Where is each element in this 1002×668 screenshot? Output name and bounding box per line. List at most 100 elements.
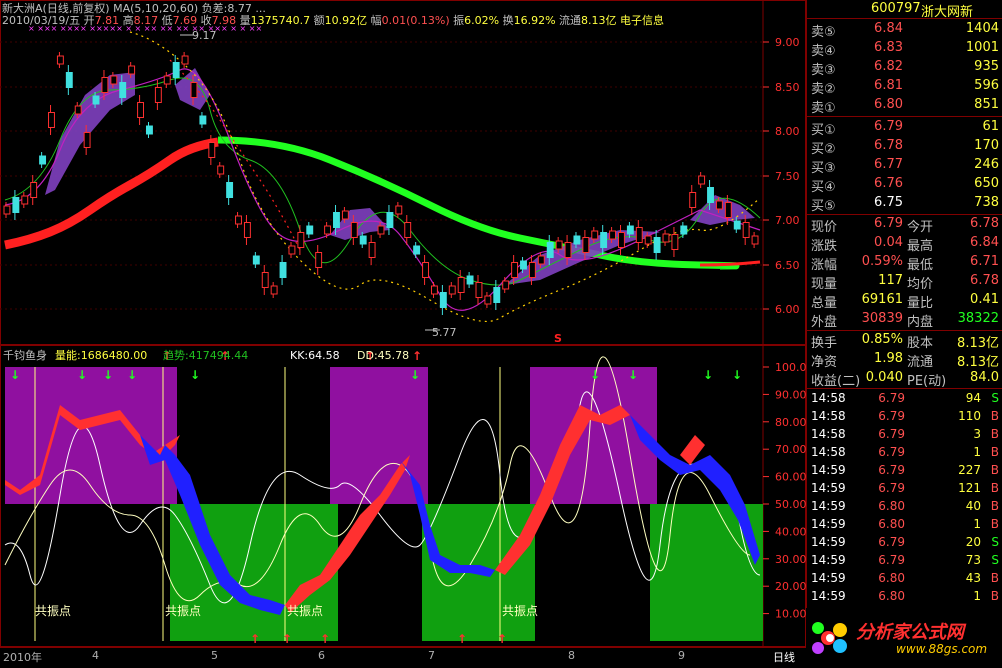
svg-text:↑: ↑ bbox=[497, 632, 507, 646]
tick-row: 14:59 6.80 1 B bbox=[807, 516, 1002, 534]
finance-row: 收益(二) 0.040 PE(动) 84.0 bbox=[807, 369, 1002, 389]
finance-value: 0.85% bbox=[861, 332, 903, 347]
stock-code: 600797 bbox=[871, 1, 921, 16]
stat-label: 外盘 bbox=[811, 315, 838, 330]
stock-header: 600797 浙大网新 bbox=[807, 0, 1002, 20]
finance-value: 8.13亿 bbox=[957, 355, 999, 370]
bid-row: 买③ 6.77 246 bbox=[807, 156, 1002, 176]
chart-area[interactable]: 9.17 5.77 S 9.00 8.50 8.00 7.50 7.00 6.50 6.00… bbox=[0, 0, 806, 665]
finance-row: 净资 1.98 流通 8.13亿 bbox=[807, 350, 1002, 370]
stat-label: 最低 bbox=[907, 258, 934, 273]
tick-price: 6.79 bbox=[878, 409, 905, 423]
stat-value: 0.04 bbox=[874, 235, 903, 250]
tick-price: 6.79 bbox=[878, 427, 905, 441]
tick-volume: 110 bbox=[958, 409, 981, 423]
resonance-label-2: 共振点 bbox=[165, 604, 201, 618]
tick-time: 14:59 bbox=[811, 589, 846, 603]
tick-volume: 121 bbox=[958, 481, 981, 495]
bid-volume: 246 bbox=[974, 157, 999, 172]
bid-row: 买⑤ 6.75 738 bbox=[807, 194, 1002, 214]
bid-volume: 170 bbox=[974, 138, 999, 153]
indicator-y-tick: 80.00 bbox=[775, 416, 806, 429]
bid-label: 买⑤ bbox=[811, 199, 836, 214]
stat-value: 38322 bbox=[957, 311, 999, 326]
ask-row: 卖① 6.80 851 bbox=[807, 96, 1002, 116]
tick-volume: 3 bbox=[973, 427, 981, 441]
tick-time: 14:59 bbox=[811, 571, 846, 585]
resonance-label-4: 共振点 bbox=[502, 604, 538, 618]
x-label: 6 bbox=[318, 649, 325, 662]
finance-label: PE(动) bbox=[907, 374, 947, 389]
indicator-chart[interactable]: ↓ ↓ ↓ ↓ ↓ ↓ ↓ ↓ ↓ ↓ ↑ ↑ ↑ ↑ ↑ ↑ ↑ ↑↑ 共振点 共振点 共振点 共振点… bbox=[0, 345, 806, 647]
stat-label: 总量 bbox=[811, 296, 838, 311]
bid-price: 6.76 bbox=[874, 176, 903, 191]
stat-label: 均价 bbox=[907, 277, 934, 292]
finance-value: 8.13亿 bbox=[957, 336, 999, 351]
indicator-y-tick: 10.00 bbox=[775, 608, 806, 621]
ask-label: 卖④ bbox=[811, 44, 836, 59]
tick-time: 14:59 bbox=[811, 535, 846, 549]
ask-label: 卖① bbox=[811, 101, 836, 116]
stat-value: 6.78 bbox=[970, 273, 999, 288]
tick-direction: S bbox=[991, 553, 999, 567]
resonance-label-3: 共振点 bbox=[287, 604, 323, 618]
quote-panel: 600797 浙大网新 卖⑤ 6.84 1404 卖④ 6.83 1001 卖③ 6.82 93… bbox=[806, 0, 1002, 665]
stat-row: 总量 69161 量比 0.41 bbox=[807, 291, 1002, 311]
tick-price: 6.80 bbox=[878, 571, 905, 585]
period-label[interactable]: 日线 bbox=[773, 649, 795, 665]
tick-row: 14:58 6.79 3 B bbox=[807, 426, 1002, 444]
finance-value: 1.98 bbox=[874, 351, 903, 366]
ask-label: 卖③ bbox=[811, 63, 836, 78]
indicator-y-tick: 40.00 bbox=[775, 525, 806, 538]
tick-volume: 20 bbox=[965, 535, 981, 549]
tick-time: 14:59 bbox=[811, 499, 846, 513]
tick-row: 14:59 6.80 1 B bbox=[807, 588, 1002, 606]
svg-text:↓: ↓ bbox=[127, 368, 137, 382]
finance-value: 0.040 bbox=[865, 370, 903, 385]
tick-direction: B bbox=[990, 571, 999, 585]
tick-price: 6.79 bbox=[878, 391, 905, 405]
svg-text:↓: ↓ bbox=[103, 368, 113, 382]
bid-row: 买① 6.79 61 bbox=[807, 118, 1002, 138]
tick-volume: 40 bbox=[965, 499, 981, 513]
indicator-trend: 趋势:417494.44 bbox=[163, 349, 248, 362]
price-chart[interactable]: 9.17 5.77 S 9.008.508.007.507.006.506.00… bbox=[0, 0, 806, 345]
stat-value: 0.41 bbox=[970, 292, 999, 307]
svg-text:↓: ↓ bbox=[10, 368, 20, 382]
stat-value: 6.78 bbox=[970, 216, 999, 231]
ask-label: 卖② bbox=[811, 82, 836, 97]
finance-label: 股本 bbox=[907, 336, 934, 351]
tick-row: 14:59 6.79 73 S bbox=[807, 552, 1002, 570]
indicator-name: 千钧鱼身 bbox=[3, 348, 47, 362]
indicator-dd: DD:45.78 bbox=[357, 349, 409, 362]
bid-price: 6.78 bbox=[874, 138, 903, 153]
price-y-tick: 7.50 bbox=[775, 170, 800, 183]
tick-price: 6.79 bbox=[878, 553, 905, 567]
tick-volume: 1 bbox=[973, 517, 981, 531]
tick-price: 6.80 bbox=[878, 589, 905, 603]
svg-text:↑: ↑ bbox=[282, 632, 292, 646]
tick-time: 14:59 bbox=[811, 463, 846, 477]
watermark-title: 分析家公式网 bbox=[856, 622, 964, 643]
ask-price: 6.83 bbox=[874, 40, 903, 55]
bar-info: 2010/03/19/五 开7.81 高8.17 低7.69 收7.98 量13… bbox=[2, 14, 665, 27]
ask-volume: 1001 bbox=[965, 40, 999, 55]
tick-volume: 94 bbox=[965, 391, 981, 405]
stat-row: 外盘 30839 内盘 38322 bbox=[807, 310, 1002, 330]
tick-row: 14:58 6.79 1 B bbox=[807, 444, 1002, 462]
finance-label: 收益(二) bbox=[811, 374, 861, 389]
tick-volume: 73 bbox=[965, 553, 981, 567]
finance-row: 换手 0.85% 股本 8.13亿 bbox=[807, 331, 1002, 351]
tick-time: 14:58 bbox=[811, 445, 846, 459]
tick-volume: 227 bbox=[958, 463, 981, 477]
watermark-url: www.88gs.com bbox=[896, 642, 988, 656]
tick-volume: 1 bbox=[973, 589, 981, 603]
ask-row: 卖② 6.81 596 bbox=[807, 77, 1002, 97]
bid-label: 买① bbox=[811, 123, 836, 138]
stat-label: 最高 bbox=[907, 239, 934, 254]
tick-direction: S bbox=[991, 391, 999, 405]
stat-value: 69161 bbox=[861, 292, 903, 307]
tick-direction: B bbox=[990, 445, 999, 459]
ask-volume: 851 bbox=[974, 97, 999, 112]
svg-text:↑: ↑ bbox=[250, 632, 260, 646]
